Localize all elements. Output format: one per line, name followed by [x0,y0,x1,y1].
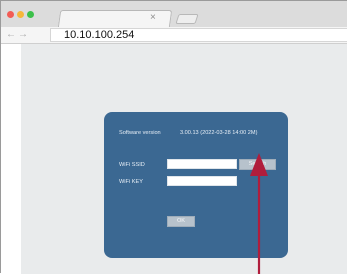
tab-close-icon[interactable]: × [150,11,156,25]
address-bar-url[interactable]: 10.10.100.254 [64,28,134,42]
wifi-ssid-input[interactable] [167,159,237,169]
wifi-ssid-label: WiFi SSID [119,162,145,168]
browser-window: × ← → 10.10.100.254 Software version 3.0… [0,0,347,274]
ok-button[interactable]: OK [167,216,195,227]
new-tab-button[interactable] [175,14,199,24]
software-version-value: 3.00.13 (2022-03-28 14:00 2M) [180,130,258,136]
forward-icon[interactable]: → [18,28,28,42]
back-icon[interactable]: ← [6,28,16,42]
maximize-window-icon[interactable] [27,11,34,18]
search-button[interactable]: Search [239,159,276,170]
software-version-label: Software version [119,130,161,136]
close-window-icon[interactable] [7,11,14,18]
tab-strip: × [1,1,347,28]
settings-panel: Software version 3.00.13 (2022-03-28 14:… [104,112,288,258]
minimize-window-icon[interactable] [17,11,24,18]
address-toolbar: ← → 10.10.100.254 [1,27,347,44]
wifi-key-input[interactable] [167,176,237,186]
page-content: Software version 3.00.13 (2022-03-28 14:… [1,44,347,274]
wifi-key-label: WiFi KEY [119,179,143,185]
